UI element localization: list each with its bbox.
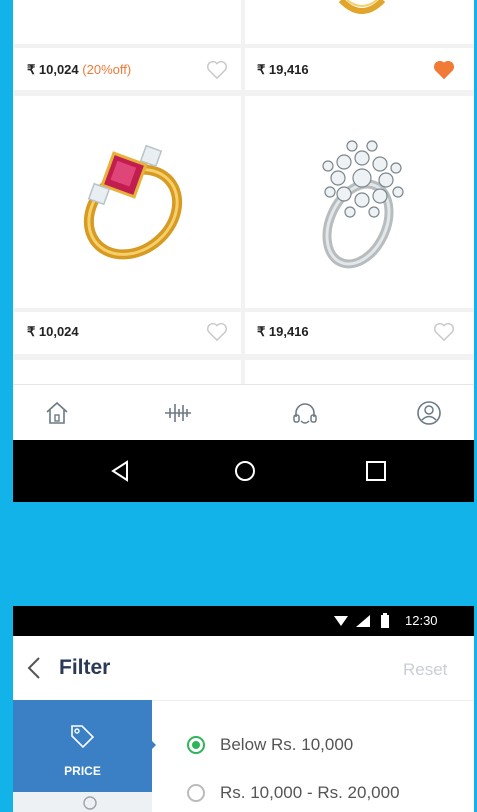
tab-price[interactable]: PRICE: [13, 700, 152, 792]
status-time: 12:30: [405, 613, 438, 628]
tab-icon: [83, 796, 97, 810]
option-label[interactable]: Rs. 10,000 - Rs. 20,000: [220, 783, 400, 803]
filter-header: Filter Reset: [13, 636, 474, 701]
ruby-ring-icon: [83, 144, 183, 260]
product-card-footer: ₹ 10,024: [13, 312, 241, 354]
product-price: ₹ 10,024 (20%off): [27, 62, 132, 77]
tab-next[interactable]: [13, 792, 152, 812]
product-price: ₹ 19,416: [257, 62, 309, 77]
option-label[interactable]: Below Rs. 10,000: [220, 735, 353, 755]
heart-outline-icon[interactable]: [206, 60, 228, 80]
recents-icon[interactable]: [363, 458, 389, 484]
product-card-image[interactable]: [13, 0, 241, 44]
product-price: ₹ 19,416: [257, 324, 309, 339]
profile-icon[interactable]: [415, 399, 443, 427]
battery-icon: [381, 613, 389, 628]
price-tag-icon: [71, 725, 95, 749]
product-card-footer: ₹ 19,416: [245, 312, 474, 354]
home-circle-icon[interactable]: [232, 458, 258, 484]
ring-icon: [338, 0, 386, 14]
heart-outline-icon[interactable]: [206, 322, 228, 342]
product-card-footer: ₹ 10,024 (20%off): [13, 48, 241, 90]
bottom-navigation: [13, 384, 474, 441]
filter-screen: 12:30 Filter Reset PRICE Below Rs. 10,00…: [13, 606, 474, 812]
equalizer-icon[interactable]: [164, 399, 192, 427]
product-price: ₹ 10,024: [27, 324, 79, 339]
heart-filled-icon[interactable]: [433, 60, 455, 80]
product-card-image[interactable]: [245, 360, 474, 384]
home-icon[interactable]: [43, 399, 71, 427]
product-card-image[interactable]: [245, 0, 474, 44]
back-icon[interactable]: [107, 458, 133, 484]
signal-icon: [356, 615, 370, 627]
radio-below-10000[interactable]: [187, 736, 205, 754]
status-bar: 12:30: [13, 606, 474, 636]
page-title: Filter: [59, 656, 111, 679]
reset-button[interactable]: Reset: [403, 660, 447, 680]
product-card-footer: ₹ 19,416: [245, 48, 474, 90]
tab-price-label: PRICE: [64, 764, 101, 778]
product-list-screen: ₹ 10,024 (20%off) ₹ 19,416 ₹ 10,024 ₹ 19…: [13, 0, 474, 502]
diamond-cluster-ring-icon: [322, 140, 404, 269]
product-card-image[interactable]: [13, 96, 241, 308]
radio-10000-20000[interactable]: [187, 784, 205, 802]
active-tab-pointer: [149, 738, 156, 752]
product-card-image[interactable]: [13, 360, 241, 384]
system-navigation-bar: [13, 440, 474, 502]
back-chevron-icon[interactable]: [27, 656, 41, 680]
heart-outline-icon[interactable]: [433, 322, 455, 342]
product-card-image[interactable]: [245, 96, 474, 308]
headset-icon[interactable]: [291, 399, 319, 427]
wifi-icon: [334, 616, 348, 626]
